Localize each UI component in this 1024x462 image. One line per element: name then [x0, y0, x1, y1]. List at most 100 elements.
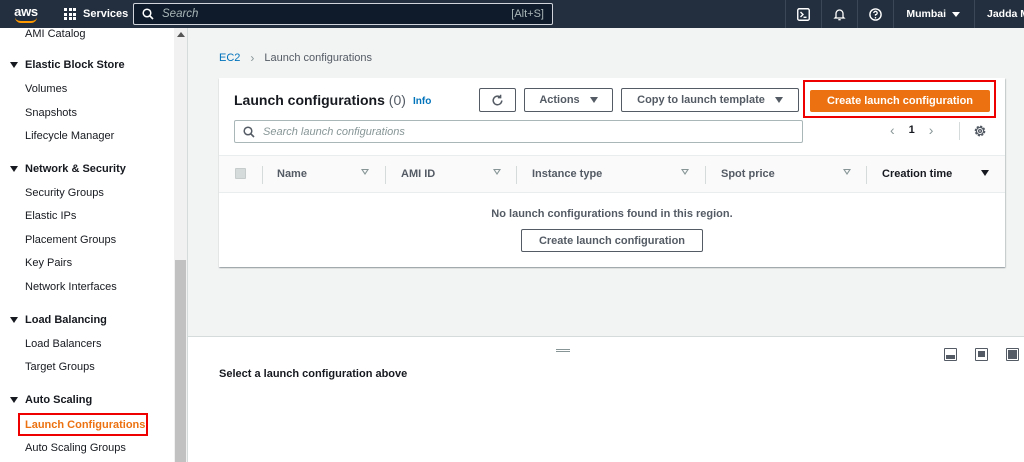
create-launch-configuration-button[interactable]: Create launch configuration: [810, 90, 990, 112]
copy-to-launch-template-button[interactable]: Copy to launch template: [621, 88, 799, 112]
page-title: Launch configurations (0): [234, 92, 406, 108]
sidebar-section-elastic-block-store[interactable]: Elastic Block Store: [10, 59, 125, 71]
sidebar-item-launch-configurations[interactable]: Launch Configurations: [18, 413, 148, 436]
launch-configurations-panel: Launch configurations (0) Info Actions C…: [219, 78, 1005, 267]
caret-down-icon: [10, 166, 18, 172]
sidebar-section-title: Elastic Block Store: [25, 59, 125, 71]
column-divider: [385, 166, 386, 184]
region-label: Mumbai: [906, 8, 946, 20]
column-header-creation-time[interactable]: Creation time: [882, 168, 952, 180]
search-placeholder: Search: [162, 8, 199, 20]
sidebar-item-security-groups[interactable]: Security Groups: [25, 187, 104, 199]
split-panel-title: Select a launch configuration above: [219, 368, 408, 380]
empty-state-message: No launch configurations found in this r…: [491, 208, 733, 220]
refresh-icon: [492, 94, 503, 105]
sort-icon[interactable]: [493, 169, 501, 175]
sort-icon[interactable]: [361, 169, 369, 175]
table-header: Name AMI ID Instance type Spot price Cre…: [219, 155, 1005, 193]
sidebar-section-title: Load Balancing: [25, 314, 107, 326]
sidebar-item-snapshots[interactable]: Snapshots: [25, 107, 77, 119]
column-divider: [705, 166, 706, 184]
panel-title-text: Launch configurations: [234, 92, 385, 108]
aws-logo-text: aws: [14, 3, 38, 19]
notifications-button[interactable]: [821, 0, 857, 28]
refresh-button[interactable]: [479, 88, 516, 112]
sidebar-item-auto-scaling-groups[interactable]: Auto Scaling Groups: [25, 442, 126, 454]
page-number[interactable]: 1: [909, 124, 915, 136]
sidebar-item-placement-groups[interactable]: Placement Groups: [25, 234, 116, 246]
actions-dropdown-button[interactable]: Actions: [524, 88, 613, 112]
gear-icon[interactable]: [973, 124, 987, 138]
column-header-spot-price[interactable]: Spot price: [721, 168, 775, 180]
sort-descending-icon[interactable]: [981, 170, 989, 176]
sidebar-item-elastic-ips[interactable]: Elastic IPs: [25, 210, 76, 222]
create-label: Create launch configuration: [538, 234, 686, 247]
search-shortcut-hint: [Alt+S]: [511, 8, 544, 20]
info-link[interactable]: Info: [413, 96, 431, 107]
scroll-up-arrow-icon[interactable]: [177, 32, 185, 37]
sidebar-item-ami-catalog[interactable]: AMI Catalog: [25, 28, 86, 40]
chevron-right-icon[interactable]: ›: [929, 122, 934, 138]
sidebar-item-label: Launch Configurations: [25, 418, 146, 431]
empty-state-create-button[interactable]: Create launch configuration: [521, 229, 703, 252]
drag-handle-icon[interactable]: [556, 349, 570, 352]
column-header-name[interactable]: Name: [277, 168, 307, 180]
account-menu[interactable]: Jadda Mu: [974, 0, 1024, 28]
services-label: Services: [83, 8, 129, 20]
sidebar-item-target-groups[interactable]: Target Groups: [25, 361, 95, 373]
search-icon: [243, 125, 255, 138]
sidebar-item-key-pairs[interactable]: Key Pairs: [25, 257, 72, 269]
aws-logo[interactable]: aws: [0, 0, 52, 28]
terminal-icon: [797, 7, 811, 21]
search-launch-configurations-input[interactable]: Search launch configurations: [234, 120, 803, 143]
sidebar-section-title: Auto Scaling: [25, 394, 93, 406]
chevron-left-icon[interactable]: ‹: [890, 122, 895, 138]
select-all-checkbox[interactable]: [235, 168, 246, 179]
split-bottom-icon[interactable]: [944, 348, 957, 361]
help-button[interactable]: [857, 0, 893, 28]
help-icon: [869, 7, 883, 21]
sidebar-section-auto-scaling[interactable]: Auto Scaling: [10, 394, 92, 406]
sidebar-section-network-security[interactable]: Network & Security: [10, 163, 126, 175]
bell-icon: [833, 8, 846, 20]
grid-icon: [64, 8, 76, 20]
column-divider: [262, 166, 263, 184]
sidebar-item-lifecycle-manager[interactable]: Lifecycle Manager: [25, 130, 114, 142]
services-menu-button[interactable]: Services: [52, 0, 136, 28]
sidebar-section-load-balancing[interactable]: Load Balancing: [10, 314, 107, 326]
caret-down-icon: [774, 97, 783, 103]
sidebar-item-load-balancers[interactable]: Load Balancers: [25, 338, 101, 350]
caret-down-icon: [10, 62, 18, 68]
sidebar-section-title: Network & Security: [25, 163, 126, 175]
split-panel: Select a launch configuration above: [188, 336, 1024, 462]
caret-down-icon: [589, 97, 598, 103]
sidebar-scroll-thumb[interactable]: [175, 260, 186, 462]
sidebar-item-volumes[interactable]: Volumes: [25, 83, 67, 95]
sidebar-item-network-interfaces[interactable]: Network Interfaces: [25, 281, 117, 293]
split-full-icon[interactable]: [1006, 348, 1019, 361]
cloudshell-button[interactable]: [785, 0, 821, 28]
region-selector[interactable]: Mumbai: [893, 0, 974, 28]
column-divider: [516, 166, 517, 184]
nav-right-group: Mumbai Jadda Mu: [785, 0, 1024, 28]
actions-label: Actions: [539, 94, 580, 106]
search-placeholder: Search launch configurations: [263, 125, 405, 138]
create-label: Create launch configuration: [826, 95, 974, 107]
sidebar: AMI Catalog Elastic Block Store Volumes …: [0, 28, 188, 462]
breadcrumb: EC2 › Launch configurations: [219, 51, 372, 65]
chevron-down-icon: [952, 11, 960, 17]
split-side-icon[interactable]: [975, 348, 988, 361]
column-divider: [866, 166, 867, 184]
column-header-ami-id[interactable]: AMI ID: [401, 168, 435, 180]
sort-icon[interactable]: [843, 169, 851, 175]
breadcrumb-current: Launch configurations: [264, 52, 373, 64]
pagination: ‹ 1 ›: [890, 122, 933, 138]
column-header-instance-type[interactable]: Instance type: [532, 168, 602, 180]
account-name: Jadda Mu: [987, 8, 1024, 20]
breadcrumb-ec2-link[interactable]: EC2: [219, 52, 240, 64]
sort-icon[interactable]: [681, 169, 689, 175]
global-search-input[interactable]: Search [Alt+S]: [133, 3, 553, 25]
pager-divider: [959, 122, 960, 140]
aws-smile-icon: [15, 17, 37, 23]
caret-down-icon: [10, 397, 18, 403]
